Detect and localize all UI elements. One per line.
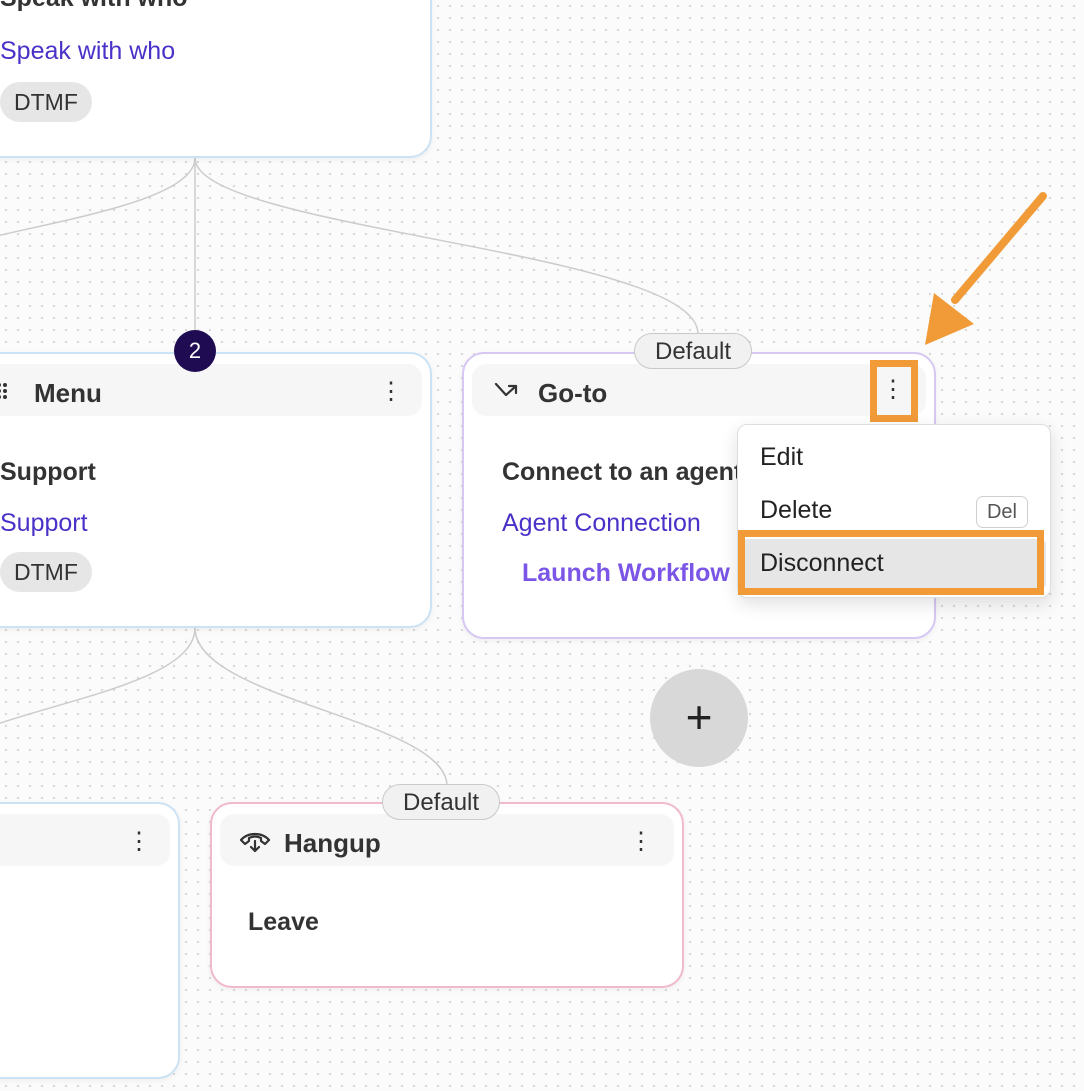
hangup-node[interactable]: Hangup ⋮ Leave — [210, 802, 684, 988]
kebab-highlight — [870, 360, 918, 422]
node-title: Menu — [34, 378, 102, 408]
kebab-menu-icon[interactable]: ⋮ — [379, 378, 403, 406]
kebab-menu-icon[interactable]: ⋮ — [127, 828, 151, 856]
phone-hangup-icon — [238, 830, 272, 859]
bottom-left-node[interactable]: ⋮ — [0, 802, 180, 1079]
add-node-button[interactable]: + — [650, 669, 748, 767]
dtmf-chip: DTMF — [0, 552, 92, 592]
menu-item-label: Edit — [760, 443, 804, 471]
node-link[interactable]: Speak with who — [0, 37, 175, 66]
agent-connection-link[interactable]: Agent Connection — [502, 509, 701, 538]
edge — [0, 157, 196, 237]
menu-node[interactable]: Menu ⋮ Support Support DTMF — [0, 352, 432, 628]
disconnect-highlight — [738, 530, 1044, 595]
dtmf-chip: DTMF — [0, 82, 92, 122]
kebab-menu-icon[interactable]: ⋮ — [629, 828, 653, 856]
edge — [194, 157, 699, 335]
goto-arrow-icon — [494, 380, 520, 407]
node-heading: Connect to an agent — [502, 458, 743, 486]
edge — [194, 627, 448, 787]
launch-workflow-link[interactable]: Launch Workflow — [522, 559, 730, 588]
shortcut-hint: Del — [975, 496, 1028, 528]
orange-arrow-shaft — [951, 192, 1047, 304]
default-pill: Default — [382, 784, 501, 820]
grid-dots-icon — [0, 382, 12, 405]
node-link[interactable]: Support — [0, 509, 88, 538]
node-heading: Support — [0, 458, 96, 486]
count-badge: 2 — [174, 330, 216, 372]
orange-arrow-head — [925, 293, 974, 345]
menu-item-delete[interactable]: Delete Del — [738, 486, 1050, 536]
node-heading: Speak with who — [0, 0, 188, 13]
node-title: Go-to — [538, 378, 608, 408]
edge — [0, 627, 196, 724]
speak-with-who-node[interactable]: Speak with who Speak with who DTMF — [0, 0, 432, 158]
node-title: Hangup — [284, 828, 381, 858]
default-pill: Default — [634, 333, 753, 369]
node-heading: Leave — [248, 908, 319, 936]
flow-canvas[interactable]: Speak with who Speak with who DTMF Menu … — [0, 0, 1084, 1091]
menu-item-edit[interactable]: Edit — [738, 433, 1050, 483]
menu-item-label: Delete — [760, 496, 833, 524]
